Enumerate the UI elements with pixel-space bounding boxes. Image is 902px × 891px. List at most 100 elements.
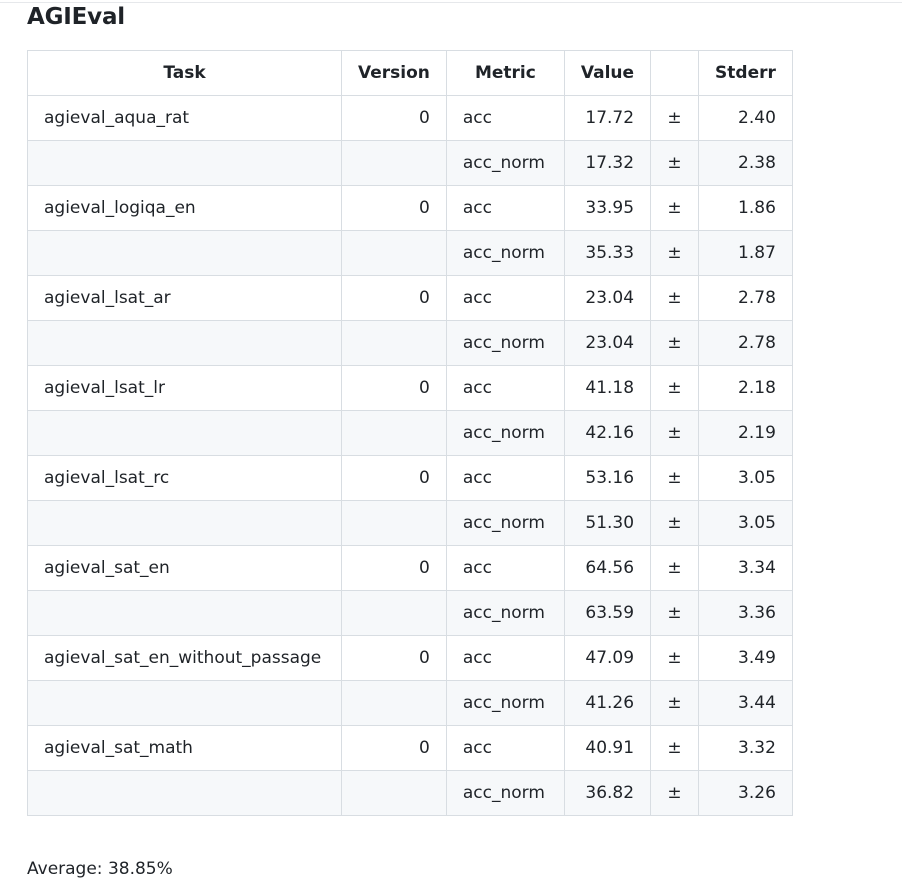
task-cell [27, 770, 342, 816]
value-cell: 17.72 [563, 95, 652, 141]
version-cell [341, 500, 447, 546]
metric-cell: acc [445, 725, 565, 771]
table-row: acc_norm 63.59 ±3.36 [27, 590, 793, 636]
version-cell: 0 [341, 635, 447, 681]
version-cell [341, 770, 447, 816]
stderr-cell: 3.49 [698, 635, 793, 681]
value-cell: 47.09 [563, 635, 652, 681]
value-cell: 41.18 [563, 365, 652, 411]
table-header-row: Task Version Metric Value Stderr [27, 50, 793, 96]
results-table: Task Version Metric Value Stderr agieval… [27, 50, 793, 816]
stderr-cell: 3.34 [698, 545, 793, 591]
version-cell: 0 [341, 365, 447, 411]
stderr-cell: 2.78 [698, 275, 793, 321]
stderr-cell: 2.40 [698, 95, 793, 141]
metric-cell: acc_norm [445, 680, 565, 726]
value-cell: 23.04 [563, 320, 652, 366]
version-cell [341, 590, 447, 636]
column-header-stderr: Stderr [698, 50, 793, 96]
plus-minus-cell: ± [650, 590, 700, 636]
column-header-plus-minus [650, 50, 700, 96]
metric-cell: acc [445, 455, 565, 501]
table-row: agieval_aqua_rat 0 acc 17.72 ±2.40 [27, 95, 793, 141]
average-score: Average: 38.85% [27, 859, 173, 879]
value-cell: 17.32 [563, 140, 652, 186]
column-header-value: Value [563, 50, 652, 96]
plus-minus-cell: ± [650, 185, 700, 231]
task-cell [27, 500, 342, 546]
task-cell: agieval_sat_en_without_passage [27, 635, 342, 681]
task-cell [27, 680, 342, 726]
metric-cell: acc_norm [445, 230, 565, 276]
value-cell: 42.16 [563, 410, 652, 456]
metric-cell: acc [445, 635, 565, 681]
metric-cell: acc [445, 275, 565, 321]
stderr-cell: 3.05 [698, 500, 793, 546]
plus-minus-cell: ± [650, 545, 700, 591]
value-cell: 41.26 [563, 680, 652, 726]
column-header-metric: Metric [445, 50, 565, 96]
version-cell: 0 [341, 185, 447, 231]
plus-minus-cell: ± [650, 770, 700, 816]
version-cell [341, 320, 447, 366]
task-cell: agieval_logiqa_en [27, 185, 342, 231]
value-cell: 40.91 [563, 725, 652, 771]
table-row: agieval_logiqa_en 0 acc 33.95 ±1.86 [27, 185, 793, 231]
metric-cell: acc [445, 365, 565, 411]
table-row: acc_norm 42.16 ±2.19 [27, 410, 793, 456]
stderr-cell: 3.44 [698, 680, 793, 726]
table-row: agieval_lsat_ar 0 acc 23.04 ±2.78 [27, 275, 793, 321]
table-row: acc_norm 35.33 ±1.87 [27, 230, 793, 276]
metric-cell: acc [445, 95, 565, 141]
stderr-cell: 3.05 [698, 455, 793, 501]
table-row: agieval_sat_en 0 acc 64.56 ±3.34 [27, 545, 793, 591]
value-cell: 53.16 [563, 455, 652, 501]
stderr-cell: 2.18 [698, 365, 793, 411]
plus-minus-cell: ± [650, 725, 700, 771]
plus-minus-cell: ± [650, 230, 700, 276]
metric-cell: acc_norm [445, 590, 565, 636]
value-cell: 36.82 [563, 770, 652, 816]
stderr-cell: 3.32 [698, 725, 793, 771]
stderr-cell: 1.86 [698, 185, 793, 231]
plus-minus-cell: ± [650, 680, 700, 726]
value-cell: 23.04 [563, 275, 652, 321]
metric-cell: acc_norm [445, 320, 565, 366]
version-cell: 0 [341, 725, 447, 771]
version-cell: 0 [341, 95, 447, 141]
task-cell: agieval_lsat_rc [27, 455, 342, 501]
table-row: acc_norm 23.04 ±2.78 [27, 320, 793, 366]
stderr-cell: 3.26 [698, 770, 793, 816]
metric-cell: acc [445, 545, 565, 591]
task-cell: agieval_lsat_lr [27, 365, 342, 411]
value-cell: 33.95 [563, 185, 652, 231]
plus-minus-cell: ± [650, 500, 700, 546]
stderr-cell: 1.87 [698, 230, 793, 276]
plus-minus-cell: ± [650, 95, 700, 141]
value-cell: 51.30 [563, 500, 652, 546]
top-divider [0, 2, 902, 3]
plus-minus-cell: ± [650, 455, 700, 501]
table-row: agieval_sat_en_without_passage 0 acc 47.09 ±… [27, 635, 793, 681]
table-row: acc_norm 41.26 ±3.44 [27, 680, 793, 726]
metric-cell: acc_norm [445, 770, 565, 816]
stderr-cell: 2.19 [698, 410, 793, 456]
table-row: agieval_sat_math 0 acc 40.91 ±3.32 [27, 725, 793, 771]
task-cell [27, 590, 342, 636]
table-row: agieval_lsat_lr 0 acc 41.18 ±2.18 [27, 365, 793, 411]
stderr-cell: 3.36 [698, 590, 793, 636]
version-cell: 0 [341, 545, 447, 591]
table-row: acc_norm 51.30 ±3.05 [27, 500, 793, 546]
plus-minus-cell: ± [650, 140, 700, 186]
plus-minus-cell: ± [650, 365, 700, 411]
metric-cell: acc_norm [445, 500, 565, 546]
plus-minus-cell: ± [650, 635, 700, 681]
task-cell: agieval_lsat_ar [27, 275, 342, 321]
value-cell: 64.56 [563, 545, 652, 591]
version-cell: 0 [341, 455, 447, 501]
column-header-version: Version [341, 50, 447, 96]
task-cell [27, 320, 342, 366]
version-cell [341, 230, 447, 276]
plus-minus-cell: ± [650, 410, 700, 456]
table-row: agieval_lsat_rc 0 acc 53.16 ±3.05 [27, 455, 793, 501]
